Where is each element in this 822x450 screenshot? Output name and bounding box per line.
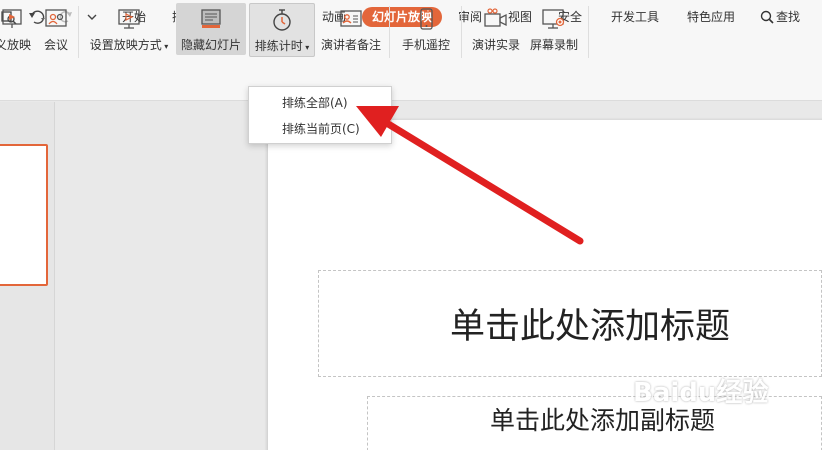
search-icon [760, 10, 774, 24]
rehearse-timing-button[interactable]: 排练计时 ▾ [249, 3, 315, 57]
slide-thumbnail[interactable] [0, 144, 48, 286]
speech-record-label: 演讲实录 [471, 38, 520, 52]
screen-record-icon [541, 7, 567, 31]
tab-features[interactable]: 特色应用 [680, 7, 742, 27]
custom-show-label: 义放映 [0, 38, 31, 52]
hide-slide-button[interactable]: 隐藏幻灯片 [176, 3, 246, 55]
meeting-label: 会议 [43, 38, 68, 52]
video-camera-icon [483, 7, 509, 31]
custom-show-icon [0, 7, 26, 31]
rehearse-timing-label: 排练计时 ▾ [254, 39, 310, 53]
screen-record-label: 屏幕录制 [529, 38, 578, 52]
ribbon-separator [389, 6, 390, 58]
ribbon-separator [78, 6, 79, 58]
slide-thumbnail-pane [0, 102, 55, 450]
rehearse-dropdown-menu: 排练全部(A) 排练当前页(C) [248, 86, 392, 144]
stopwatch-icon [269, 8, 295, 32]
search-label: 查找 [776, 10, 801, 24]
presenter-notes-button[interactable]: 演讲者备注 [318, 3, 384, 55]
title-placeholder-text: 单击此处添加标题 [449, 307, 730, 347]
presenter-notes-label: 演讲者备注 [320, 38, 381, 52]
ribbon-separator [461, 6, 462, 58]
setup-show-icon [116, 7, 142, 31]
presenter-notes-icon [338, 7, 364, 31]
tab-developer[interactable]: 开发工具 [604, 7, 666, 27]
speech-record-button[interactable]: 演讲实录 [466, 3, 526, 55]
search-button[interactable]: 查找 [760, 7, 810, 27]
setup-show-button[interactable]: 设置放映方式 ▾ [86, 3, 172, 55]
custom-show-button[interactable]: 义放映 [0, 3, 34, 55]
phone-remote-button[interactable]: 手机遥控 [396, 3, 456, 55]
meeting-icon [43, 7, 69, 31]
setup-show-label: 设置放映方式 ▾ [89, 38, 169, 52]
phone-icon [413, 7, 439, 31]
ribbon-separator [588, 6, 589, 58]
baidu-watermark: Baidu经验 [633, 378, 769, 408]
title-placeholder[interactable]: 单击此处添加标题 [318, 270, 822, 377]
meeting-button[interactable]: 会议 [40, 3, 72, 55]
rehearse-all-item[interactable]: 排练全部(A) [249, 91, 391, 115]
phone-remote-label: 手机遥控 [401, 38, 450, 52]
rehearse-current-item[interactable]: 排练当前页(C) [249, 117, 391, 141]
hide-slide-label: 隐藏幻灯片 [180, 38, 241, 52]
hide-slide-icon [198, 7, 224, 31]
screen-record-button[interactable]: 屏幕录制 [526, 3, 582, 55]
